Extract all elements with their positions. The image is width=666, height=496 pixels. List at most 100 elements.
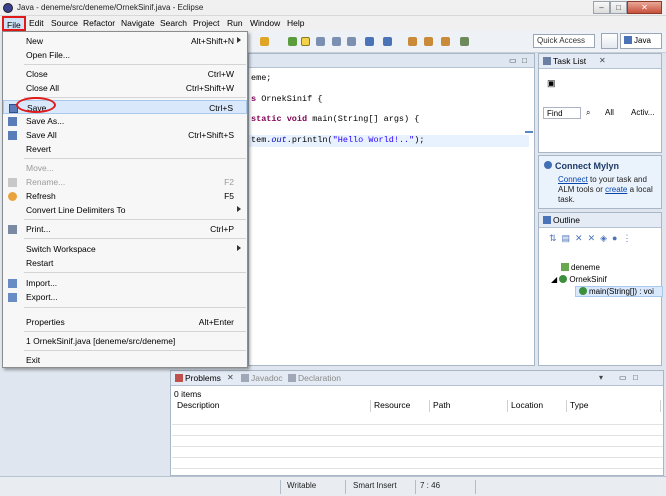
- minimize-editor-icon[interactable]: ▭: [509, 56, 517, 65]
- menu-item-label: Properties: [26, 317, 65, 327]
- menu-item-new[interactable]: New Alt+Shift+N: [3, 34, 247, 48]
- java-perspective-button[interactable]: Java: [620, 33, 662, 49]
- menu-item-save-all[interactable]: Save All Ctrl+Shift+S: [3, 128, 247, 142]
- menu-item-refresh[interactable]: Refresh F5: [3, 189, 247, 203]
- outline-item-class[interactable]: ◢ OrnekSinif: [551, 275, 607, 284]
- outline-item-method[interactable]: main(String[]) : voi: [575, 286, 663, 297]
- menu-item-close[interactable]: Close Ctrl+W: [3, 67, 247, 81]
- code-text: tem.: [251, 135, 272, 145]
- code-text: OrnekSinif {: [256, 94, 323, 104]
- close-button[interactable]: ✕: [627, 1, 662, 14]
- menu-item-print[interactable]: Print... Ctrl+P: [3, 222, 247, 236]
- view-menu-icon[interactable]: ▾: [599, 373, 603, 382]
- back-icon[interactable]: [424, 37, 433, 46]
- menu-item-shortcut: Ctrl+Shift+W: [185, 83, 234, 93]
- class-icon: [559, 275, 568, 283]
- pilcrow-icon[interactable]: [347, 37, 356, 46]
- table-row: [172, 458, 663, 469]
- maximize-view-icon[interactable]: □: [633, 373, 638, 382]
- outline-toolbar-icons[interactable]: ⇅▤✕✕◈●⋮: [549, 233, 636, 244]
- minimize-button[interactable]: –: [593, 1, 610, 14]
- close-tab-icon[interactable]: ✕: [227, 373, 234, 382]
- menu-item-close-all[interactable]: Close All Ctrl+Shift+W: [3, 81, 247, 95]
- tab-task-list[interactable]: Task List: [543, 56, 586, 66]
- menu-project[interactable]: Project: [193, 18, 219, 28]
- menu-item-recent-file[interactable]: 1 OrnekSinif.java [deneme/src/deneme]: [3, 334, 247, 348]
- menu-item-label: Import...: [26, 278, 58, 288]
- menu-refactor[interactable]: Refactor: [83, 18, 115, 28]
- menu-run[interactable]: Run: [227, 18, 243, 28]
- menu-navigate[interactable]: Navigate: [121, 18, 155, 28]
- menu-item-save-as[interactable]: Save As...: [3, 114, 247, 128]
- new-task-icon[interactable]: ▣: [547, 78, 556, 89]
- tab-declaration[interactable]: Declaration: [288, 373, 341, 383]
- method-icon: [579, 287, 587, 295]
- java-perspective-label: Java: [634, 36, 651, 45]
- col-type[interactable]: Type: [567, 400, 661, 412]
- save-all-icon: [8, 131, 17, 140]
- col-location[interactable]: Location: [508, 400, 567, 412]
- tab-outline[interactable]: Outline: [543, 215, 580, 225]
- menu-item-label: Refresh: [26, 191, 56, 201]
- block-select-icon[interactable]: [332, 37, 341, 46]
- code-field: out: [271, 135, 287, 145]
- connect-link[interactable]: Connect: [558, 175, 588, 184]
- menu-item-switch-workspace[interactable]: Switch Workspace: [3, 242, 247, 256]
- wand-icon[interactable]: [260, 37, 269, 46]
- menu-item-label: Convert Line Delimiters To: [26, 205, 126, 215]
- menu-item-export[interactable]: Export...: [3, 290, 247, 304]
- menu-item-exit[interactable]: Exit: [3, 353, 247, 367]
- code-string: "Hello World!..": [332, 135, 415, 145]
- menu-search[interactable]: Search: [160, 18, 187, 28]
- menu-item-revert[interactable]: Revert: [3, 142, 247, 156]
- last-edit-icon[interactable]: [408, 37, 417, 46]
- next-annotation-icon[interactable]: [365, 37, 374, 46]
- forward-icon[interactable]: [441, 37, 450, 46]
- prev-annotation-icon[interactable]: [383, 37, 392, 46]
- toggle-mark-icon[interactable]: [288, 37, 297, 46]
- export-icon: [8, 293, 17, 302]
- col-description[interactable]: Description: [174, 400, 371, 412]
- outline-item-package[interactable]: deneme: [561, 263, 600, 272]
- show-whitespace-icon[interactable]: [316, 37, 325, 46]
- task-activate[interactable]: Activ...: [631, 108, 654, 117]
- tab-javadoc[interactable]: Javadoc: [241, 373, 283, 383]
- highlight-icon[interactable]: [301, 37, 310, 46]
- pin-editor-icon[interactable]: [460, 37, 469, 46]
- menu-item-restart[interactable]: Restart: [3, 256, 247, 270]
- menu-item-label: Open File...: [26, 50, 70, 60]
- menu-item-label: New: [26, 36, 44, 46]
- menu-help[interactable]: Help: [287, 18, 304, 28]
- menu-source[interactable]: Source: [51, 18, 78, 28]
- minimize-view-icon[interactable]: ▭: [619, 373, 627, 382]
- menu-item-convert-line-delimiters[interactable]: Convert Line Delimiters To: [3, 203, 247, 217]
- tab-problems[interactable]: Problems: [175, 373, 221, 383]
- maximize-button[interactable]: □: [610, 1, 627, 14]
- quick-access-input[interactable]: Quick Access: [533, 34, 595, 48]
- package-icon: [561, 263, 569, 271]
- status-insert-mode: Smart Insert: [353, 481, 397, 490]
- close-tab-icon[interactable]: ✕: [599, 56, 606, 65]
- task-filter-all[interactable]: All: [605, 108, 614, 117]
- search-icon[interactable]: ⌕: [586, 108, 590, 118]
- create-link[interactable]: create: [605, 185, 627, 194]
- col-resource[interactable]: Resource: [371, 400, 430, 412]
- code-editor[interactable]: ▭ □ eme; s OrnekSinif { static void main…: [248, 53, 535, 366]
- menu-item-label: Move...: [26, 163, 54, 173]
- menu-separator: [24, 219, 246, 220]
- open-perspective-icon[interactable]: [601, 33, 618, 49]
- menu-item-open-file[interactable]: Open File...: [3, 48, 247, 62]
- status-divider: [415, 480, 416, 494]
- menu-item-properties[interactable]: Properties Alt+Enter: [3, 315, 247, 329]
- menu-window[interactable]: Window: [250, 18, 280, 28]
- menu-file[interactable]: File: [2, 16, 26, 31]
- task-find-input[interactable]: Find: [543, 107, 581, 119]
- task-list-view: Task List ✕ ▣ Find ⌕ All Activ...: [538, 53, 662, 153]
- java-perspective-icon: [624, 36, 632, 44]
- window-title: Java - deneme/src/deneme/OrnekSinif.java…: [17, 3, 204, 12]
- code-keyword: static void: [251, 114, 308, 124]
- maximize-editor-icon[interactable]: □: [522, 56, 527, 65]
- menu-item-import[interactable]: Import...: [3, 276, 247, 290]
- menu-edit[interactable]: Edit: [29, 18, 44, 28]
- col-path[interactable]: Path: [430, 400, 508, 412]
